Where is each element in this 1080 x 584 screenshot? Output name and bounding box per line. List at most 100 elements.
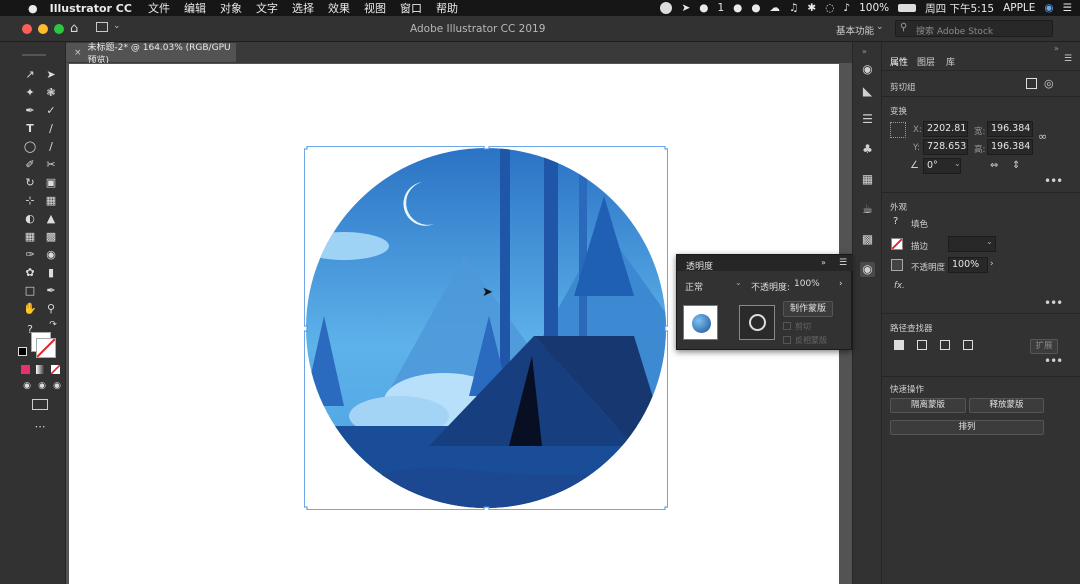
y-field[interactable]: 728.653	[923, 139, 968, 155]
apple-icon[interactable]: ●	[28, 2, 38, 15]
rotate-tool-icon[interactable]: ↻	[23, 176, 37, 190]
release-mask-button[interactable]: 释放蒙版	[969, 398, 1044, 413]
workspace-switcher[interactable]: 基本功能	[836, 23, 874, 37]
edit-contents-icon[interactable]: ◎	[1044, 77, 1054, 90]
chevron-down-icon[interactable]: ⌄	[876, 22, 884, 32]
draw-normal-icon[interactable]: ◉	[20, 379, 34, 393]
stock-search-field[interactable]: ⚲ 搜索 Adobe Stock	[895, 20, 1053, 37]
panel-menu-icon[interactable]: ☰	[839, 258, 847, 268]
chevron-down-icon[interactable]: ⌄	[986, 237, 993, 246]
music-icon[interactable]: ♫	[789, 2, 798, 14]
home-icon[interactable]: ⌂	[70, 21, 78, 36]
pen-tool-icon[interactable]: ✒	[23, 104, 37, 118]
shaper-tool-icon[interactable]: ✐	[23, 158, 37, 172]
minus-front-icon[interactable]	[917, 340, 927, 350]
lasso-tool-icon[interactable]: ❃	[44, 86, 58, 100]
menu-effect[interactable]: 效果	[328, 0, 350, 16]
object-thumbnail[interactable]	[683, 305, 718, 340]
magic-wand-tool-icon[interactable]: ✦	[23, 86, 37, 100]
transparency-panel-icon[interactable]: ◉	[860, 262, 875, 277]
minimize-window-icon[interactable]	[38, 24, 48, 34]
arrange-button[interactable]: 排列	[890, 420, 1044, 435]
menu-help[interactable]: 帮助	[436, 0, 458, 16]
tab-layers[interactable]: 图层	[917, 55, 935, 68]
wifi-icon[interactable]: ◌	[825, 2, 834, 14]
gradient-panel-icon[interactable]: ▩	[860, 232, 875, 247]
chevron-down-icon[interactable]: ⌄	[735, 278, 742, 287]
user-name[interactable]: APPLE	[1003, 2, 1035, 14]
ellipse-tool-icon[interactable]: ◯	[23, 140, 37, 154]
appearance-panel-icon[interactable]: ◉	[860, 62, 875, 77]
mask-thumbnail[interactable]	[739, 305, 775, 340]
tab-properties[interactable]: 属性	[890, 55, 908, 68]
slice-tool-icon[interactable]: ✒	[44, 284, 58, 298]
menu-file[interactable]: 文件	[148, 0, 170, 16]
stroke-panel-icon[interactable]: ☰	[860, 112, 875, 127]
width-field[interactable]: 196.384	[987, 121, 1033, 137]
default-colors-icon[interactable]	[18, 347, 27, 356]
menu-list-icon[interactable]: ☰	[1063, 2, 1072, 14]
menu-window[interactable]: 窗口	[400, 0, 422, 16]
graph-tool-icon[interactable]: ▮	[44, 266, 58, 280]
mesh-tool-icon[interactable]: ▦	[23, 230, 37, 244]
height-field[interactable]: 196.384	[987, 139, 1033, 155]
color-mode-icon[interactable]	[21, 365, 30, 374]
swap-colors-icon[interactable]: ↷	[46, 318, 60, 332]
fx-button[interactable]: fx.	[894, 281, 905, 291]
selection-tool-icon[interactable]: ↗	[23, 68, 37, 82]
scissors-tool-icon[interactable]: ✂	[44, 158, 58, 172]
type-tool-icon[interactable]: T	[23, 122, 37, 136]
stroke-swatch[interactable]	[36, 338, 56, 358]
flip-vertical-icon[interactable]: ⇕	[1012, 160, 1020, 171]
scale-tool-icon[interactable]: ▣	[44, 176, 58, 190]
chevron-right-icon[interactable]: ›	[839, 279, 843, 289]
bluetooth-icon[interactable]: ✱	[807, 2, 816, 14]
edit-clip-icon[interactable]	[1026, 78, 1037, 89]
panel-menu-icon[interactable]: ☰	[1064, 54, 1072, 64]
direct-selection-tool-icon[interactable]: ➤	[44, 68, 58, 82]
clip-checkbox[interactable]	[783, 322, 791, 330]
line-tool-icon[interactable]: ∕	[44, 122, 58, 136]
free-transform-tool-icon[interactable]: ▦	[44, 194, 58, 208]
symbol-sprayer-tool-icon[interactable]: ✿	[23, 266, 37, 280]
clip-group-illustration[interactable]	[304, 146, 668, 510]
width-tool-icon[interactable]: ⊹	[23, 194, 37, 208]
more-options-icon[interactable]: •••	[1044, 174, 1063, 188]
link-proportions-icon[interactable]: ∞	[1038, 130, 1047, 143]
intersect-icon[interactable]	[940, 340, 950, 350]
stroke-none-swatch[interactable]	[891, 238, 903, 250]
swatches-panel-icon[interactable]: ♣	[860, 142, 875, 157]
invert-mask-checkbox[interactable]	[783, 336, 791, 344]
none-mode-icon[interactable]	[51, 365, 60, 374]
close-window-icon[interactable]	[22, 24, 32, 34]
flip-horizontal-icon[interactable]: ⇔	[990, 160, 998, 171]
zoom-window-icon[interactable]	[54, 24, 64, 34]
menu-type[interactable]: 文字	[256, 0, 278, 16]
draw-inside-icon[interactable]: ◉	[50, 379, 64, 393]
x-field[interactable]: 2202.81	[923, 121, 968, 137]
reference-point-icon[interactable]	[890, 122, 906, 138]
globe-icon[interactable]: ◉	[1044, 2, 1053, 14]
curvature-tool-icon[interactable]: ✓	[44, 104, 58, 118]
make-mask-button[interactable]: 制作蒙版	[783, 301, 833, 317]
document-tab[interactable]: × 未标题-2* @ 164.03% (RGB/GPU 预览)	[66, 43, 236, 66]
shape-builder-tool-icon[interactable]: ◐	[23, 212, 37, 226]
zoom-tool-icon[interactable]: ⚲	[44, 302, 58, 316]
screen-mode-icon[interactable]	[32, 399, 48, 410]
hand-tool-icon[interactable]: ✋	[23, 302, 37, 316]
qq-icon[interactable]: ●	[733, 2, 742, 14]
battery-icon[interactable]	[898, 4, 917, 12]
perspective-tool-icon[interactable]: ▲	[44, 212, 58, 226]
gradient-tool-icon[interactable]: ▩	[44, 230, 58, 244]
graphic-styles-panel-icon[interactable]: ◣	[860, 84, 875, 99]
record-icon[interactable]	[660, 2, 673, 14]
dock-collapse-icon[interactable]: »	[862, 47, 867, 56]
unite-icon[interactable]	[894, 340, 904, 350]
menu-edit[interactable]: 编辑	[184, 0, 206, 16]
send-icon[interactable]: ➤	[681, 2, 690, 14]
exclude-icon[interactable]	[963, 340, 973, 350]
collapse-panel-icon[interactable]: »	[821, 258, 826, 267]
eyedropper-tool-icon[interactable]: ✑	[23, 248, 37, 262]
menu-object[interactable]: 对象	[220, 0, 242, 16]
chevron-down-icon[interactable]: ⌄	[954, 159, 961, 168]
